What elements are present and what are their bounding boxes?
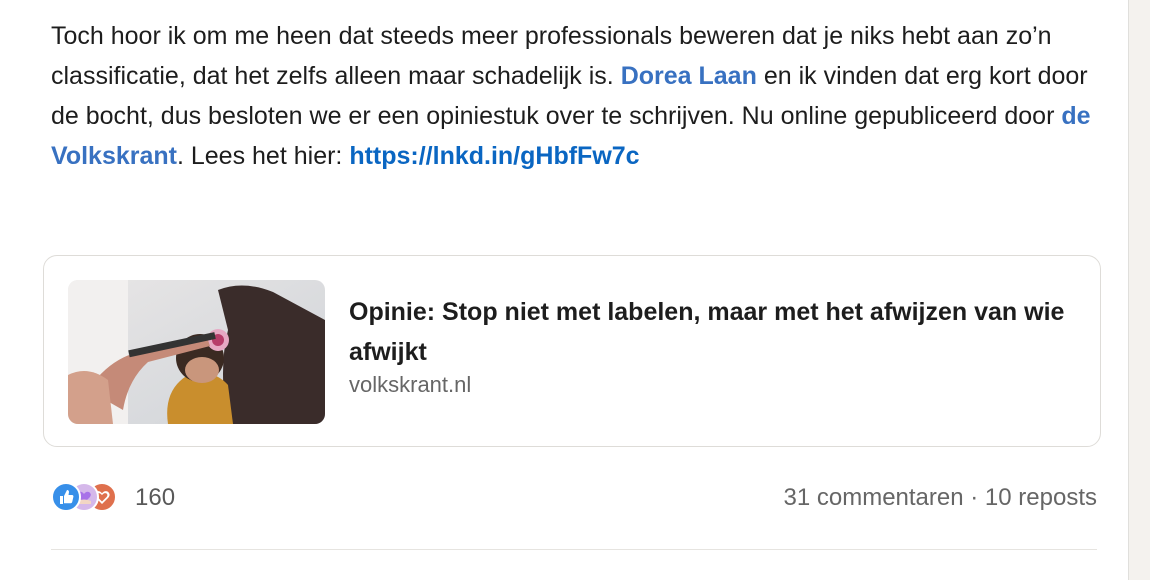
post-text-part-3: . Lees het hier: [176, 142, 350, 170]
mention-link-dorea-laan[interactable]: Dorea Laan [621, 62, 757, 90]
reposts-count-link[interactable]: 10 reposts [985, 484, 1097, 511]
social-counts-bar: 160 31 commentaren · 10 reposts [51, 478, 1097, 522]
engagement-stats: 31 commentaren · 10 reposts [784, 484, 1098, 512]
article-preview-card[interactable]: Opinie: Stop niet met labelen, maar met … [43, 255, 1101, 447]
feed-post-card: Toch hoor ik om me heen dat steeds meer … [0, 0, 1129, 580]
post-url-link[interactable]: https://lnkd.in/gHbfFw7c [349, 142, 639, 170]
post-divider [51, 549, 1097, 550]
comments-count-link[interactable]: 31 commentaren [784, 484, 964, 511]
article-photo-icon [68, 280, 325, 424]
reaction-count[interactable]: 160 [135, 484, 175, 512]
post-text: Toch hoor ik om me heen dat steeds meer … [51, 16, 1101, 176]
article-thumbnail[interactable] [68, 280, 325, 424]
stats-separator: · [963, 484, 985, 511]
article-source: volkskrant.nl [349, 372, 472, 397]
article-title[interactable]: Opinie: Stop niet met labelen, maar met … [349, 292, 1069, 372]
like-icon [51, 482, 81, 512]
